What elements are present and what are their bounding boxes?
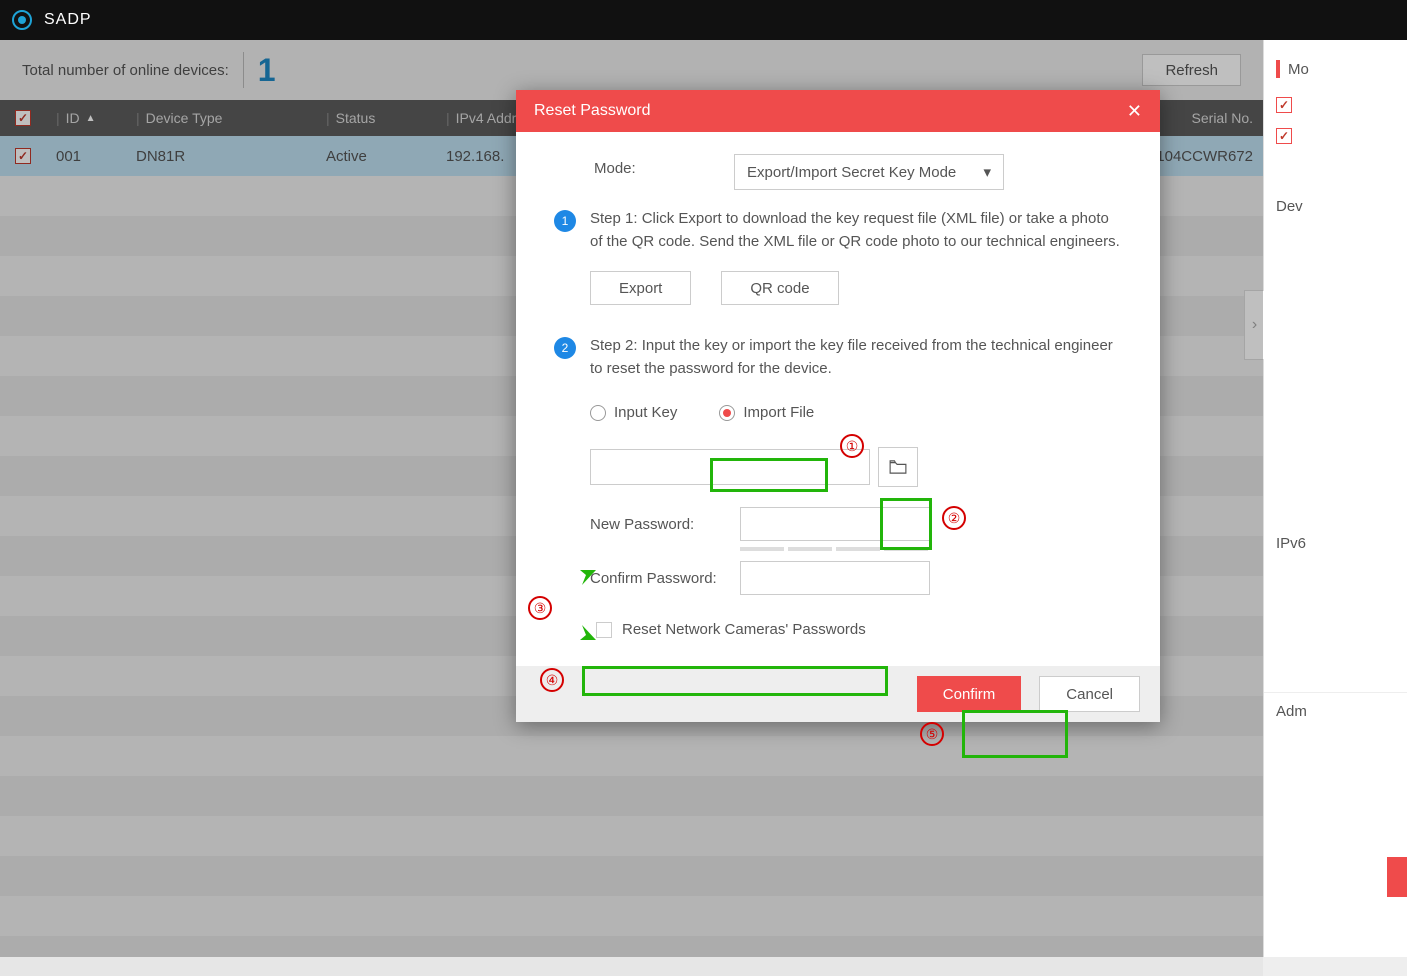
app-logo-icon [12, 10, 32, 30]
app-name: SADP [44, 11, 92, 29]
mode-select[interactable]: Export/Import Secret Key Mode [734, 154, 1004, 190]
select-all-checkbox[interactable] [15, 110, 31, 126]
dialog-title: Reset Password [534, 102, 651, 120]
step-1-badge: 1 [554, 210, 576, 232]
annotation-arrow-up [556, 570, 596, 600]
input-key-radio[interactable]: Input Key [590, 404, 677, 421]
new-password-input[interactable] [740, 507, 930, 541]
title-bar: SADP [0, 0, 1407, 40]
action-button-partial[interactable] [1387, 857, 1407, 897]
confirm-password-input[interactable] [740, 561, 930, 595]
side-panel-header: Mo [1276, 60, 1395, 78]
annotation-number-3: ③ [528, 596, 552, 620]
row-checkbox[interactable] [15, 148, 31, 164]
opt-checkbox-2[interactable] [1276, 128, 1292, 144]
device-count-value: 1 [258, 52, 276, 89]
annotation-arrow-down [556, 610, 596, 640]
step-2-badge: 2 [554, 337, 576, 359]
annotation-number-4: ④ [540, 668, 564, 692]
browse-file-button[interactable] [878, 447, 918, 487]
confirm-button[interactable]: Confirm [917, 676, 1022, 712]
confirm-password-label: Confirm Password: [590, 570, 740, 587]
side-panel: Mo Dev IPv6 Adm [1263, 40, 1407, 957]
reset-cameras-checkbox[interactable] [596, 622, 612, 638]
refresh-button[interactable]: Refresh [1142, 54, 1241, 86]
opt-checkbox-1[interactable] [1276, 97, 1292, 113]
mode-label: Mode: [554, 154, 674, 177]
device-count-label: Total number of online devices: [22, 62, 229, 79]
dialog-footer: Confirm Cancel [516, 666, 1160, 722]
close-icon[interactable]: ✕ [1127, 101, 1142, 122]
annotation-number-5: ⑤ [920, 722, 944, 746]
dialog-header[interactable]: Reset Password ✕ [516, 90, 1160, 132]
new-password-label: New Password: [590, 516, 740, 533]
annotation-number-2: ② [942, 506, 966, 530]
password-strength-meter [740, 547, 1122, 551]
step-2-text: Step 2: Input the key or import the key … [590, 335, 1122, 380]
folder-icon [889, 460, 907, 474]
reset-password-dialog: Reset Password ✕ Mode: Export/Import Sec… [516, 90, 1160, 722]
import-file-radio[interactable]: Import File [707, 398, 826, 427]
cancel-button[interactable]: Cancel [1039, 676, 1140, 712]
annotation-number-1: ① [840, 434, 864, 458]
qr-code-button[interactable]: QR code [721, 271, 838, 305]
export-button[interactable]: Export [590, 271, 691, 305]
import-file-path-input[interactable] [590, 449, 870, 485]
sidebar-collapse-handle[interactable]: › [1244, 290, 1264, 360]
step-1-text: Step 1: Click Export to download the key… [590, 208, 1122, 253]
sort-asc-icon: ▲ [86, 113, 96, 124]
reset-cameras-checkbox-row[interactable]: Reset Network Cameras' Passwords [590, 615, 1122, 644]
